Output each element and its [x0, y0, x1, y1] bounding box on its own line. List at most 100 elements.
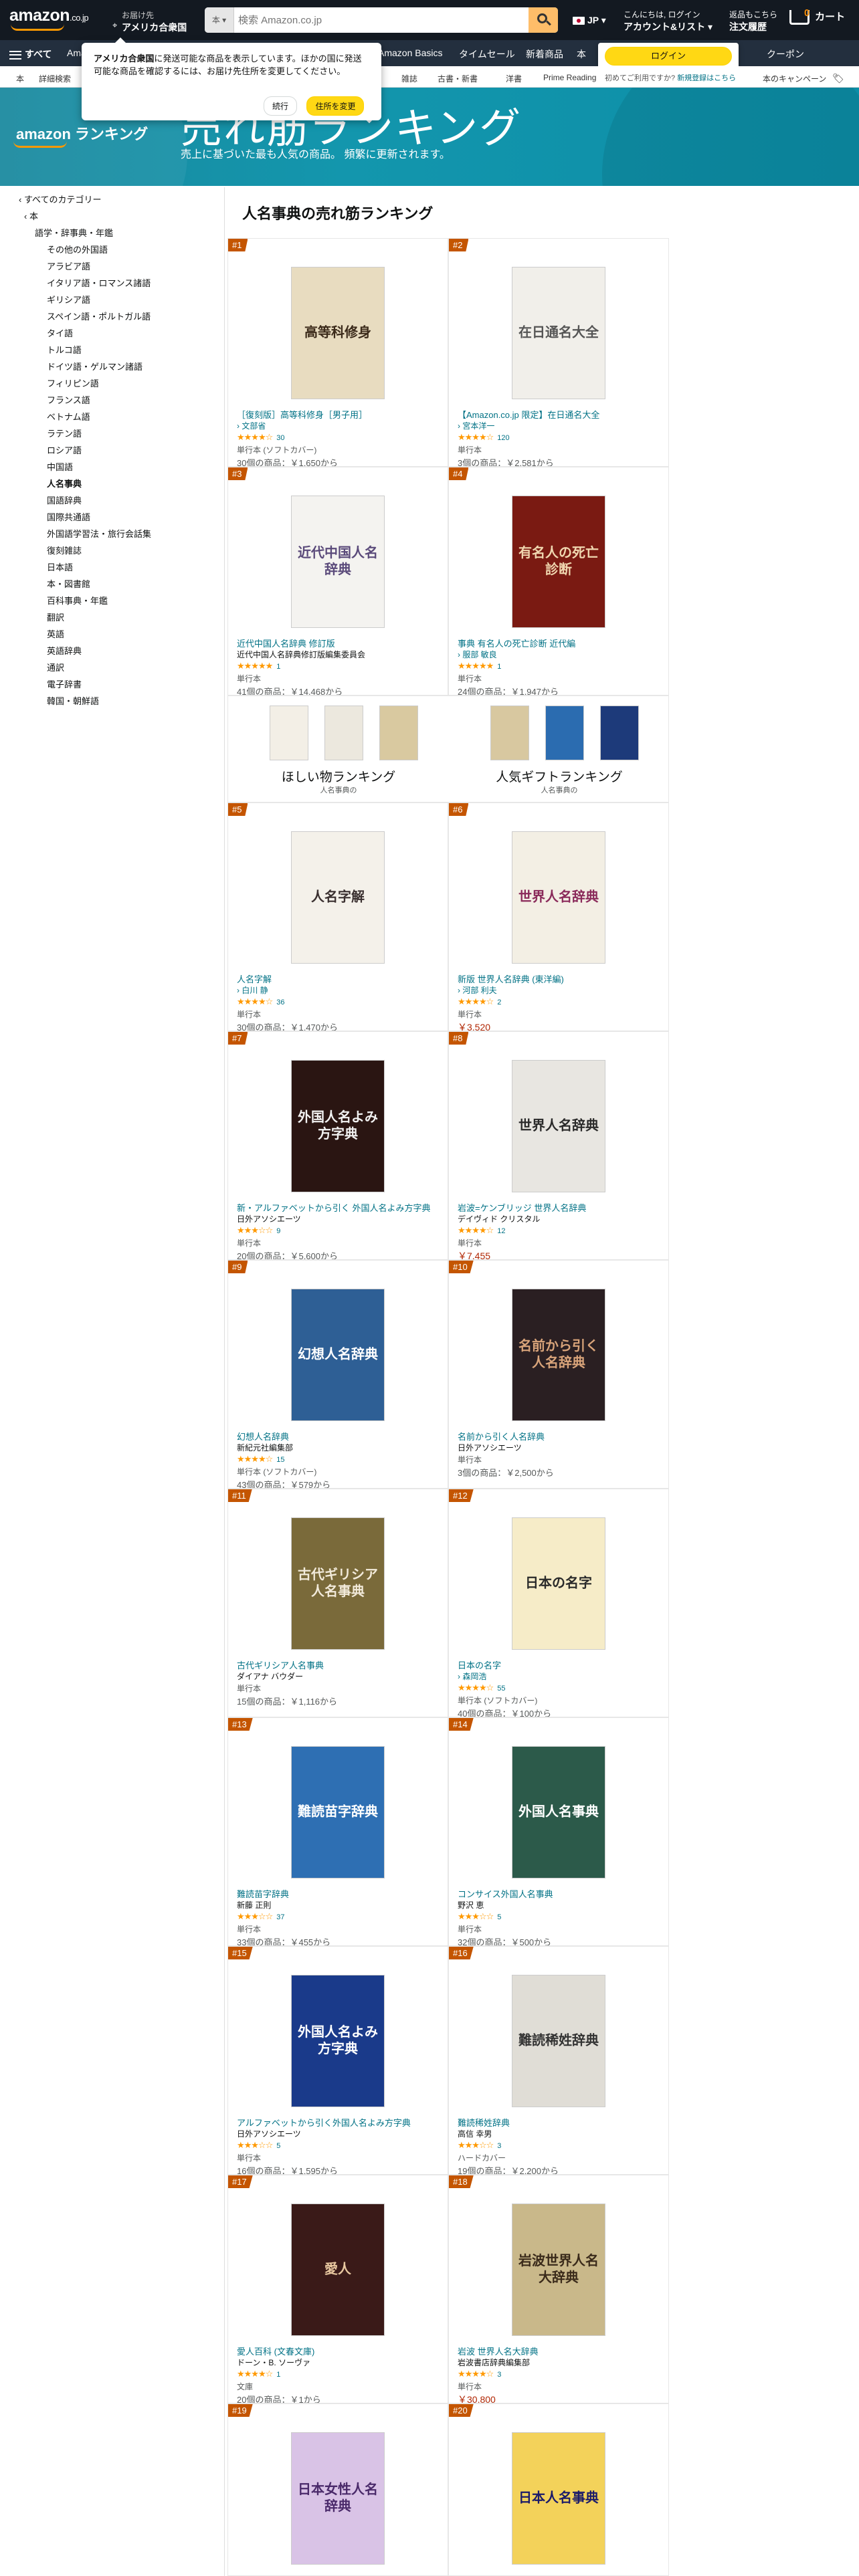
product-author[interactable]: › 白川 静: [237, 984, 268, 996]
cart-button[interactable]: 0 カート: [789, 7, 845, 25]
book-cover[interactable]: 岩波世界人名大辞典: [512, 2204, 605, 2336]
sidebar-category-item[interactable]: 復刻雑誌: [15, 542, 215, 559]
product-title[interactable]: 【Amazon.co.jp 限定】在日通名大全: [458, 408, 661, 421]
nav-item[interactable]: 本: [577, 47, 586, 61]
sidebar-category-item[interactable]: ロシア語: [15, 442, 215, 459]
offer-text[interactable]: 3個の商品：￥2,500から: [458, 1466, 554, 1479]
product-author[interactable]: › 宮本洋一: [458, 420, 494, 431]
offer-text[interactable]: 19個の商品：￥2,200から: [458, 2164, 559, 2174]
sidebar-category-item[interactable]: ベトナム語: [15, 409, 215, 425]
nav-all-menu[interactable]: すべて: [9, 47, 52, 61]
sidebar-category-item[interactable]: イタリア語・ロマンス諸語: [15, 275, 215, 292]
continue-button[interactable]: 続行: [264, 96, 298, 116]
review-count[interactable]: 5: [276, 2142, 280, 2150]
product-author[interactable]: › 服部 敏良: [458, 649, 497, 660]
product-title[interactable]: 事典 有名人の死亡診断 近代編: [458, 637, 661, 649]
star-rating[interactable]: ★★★★☆ 2: [458, 996, 501, 1007]
nav-item[interactable]: Amazon Basics: [378, 47, 442, 58]
nav-item[interactable]: 新着商品: [526, 47, 563, 61]
book-cover[interactable]: 高等科修身: [291, 267, 385, 399]
review-count[interactable]: 2: [497, 998, 501, 1006]
product-title[interactable]: 難読稀姓辞典: [458, 2116, 661, 2129]
book-cover[interactable]: 古代ギリシア人名事典: [291, 1517, 385, 1650]
subnav-item[interactable]: 古書・新書: [438, 73, 478, 84]
product-title[interactable]: 幻想人名辞典: [237, 1430, 440, 1442]
sidebar-category-item[interactable]: ラテン語: [15, 425, 215, 442]
star-rating[interactable]: ★★★☆☆ 37: [237, 1911, 285, 1922]
language-selector[interactable]: JP ▾: [573, 15, 606, 26]
star-rating[interactable]: ★★★★★ 1: [458, 661, 501, 671]
book-cover[interactable]: 難読稀姓辞典: [512, 1975, 605, 2107]
book-cover[interactable]: 日本の名字: [512, 1517, 605, 1650]
search-input[interactable]: [238, 7, 519, 33]
offer-text[interactable]: 24個の商品：￥1,947から: [458, 685, 559, 695]
book-cover[interactable]: 難読苗字辞典: [291, 1746, 385, 1879]
book-cover[interactable]: 世界人名辞典: [512, 831, 605, 964]
product-title[interactable]: 新・アルファベットから引く 外国人名よみ方字典: [237, 1201, 440, 1214]
review-count[interactable]: 5: [497, 1913, 501, 1921]
signup-link[interactable]: 新規登録はこちら: [677, 74, 736, 82]
amazon-logo[interactable]: amazon.co.jp: [9, 6, 89, 25]
review-count[interactable]: 36: [276, 998, 284, 1006]
sidebar-category-item[interactable]: 翻訳: [15, 609, 215, 626]
nav-item[interactable]: タイムセール: [459, 47, 515, 61]
book-cover[interactable]: 名前から引く人名辞典: [512, 1289, 605, 1421]
review-count[interactable]: 1: [276, 663, 280, 671]
sidebar-category-item[interactable]: 電子辞書: [15, 676, 215, 693]
review-count[interactable]: 3: [497, 2142, 501, 2150]
sidebar-category-item[interactable]: 百科事典・年鑑: [15, 593, 215, 609]
login-button[interactable]: ログイン: [605, 47, 732, 66]
sidebar-category-item[interactable]: 韓国・朝鮮語: [15, 693, 215, 710]
book-cover[interactable]: 在日通名大全: [512, 267, 605, 399]
star-rating[interactable]: ★★★☆☆ 3: [458, 2140, 501, 2151]
book-cover[interactable]: 幻想人名辞典: [291, 1289, 385, 1421]
book-cover[interactable]: 人名字解: [291, 831, 385, 964]
sidebar-category-item[interactable]: 国際共通語: [15, 509, 215, 526]
offer-text[interactable]: 30個の商品：￥1,470から: [237, 1021, 338, 1031]
search-category-select[interactable]: 本 ▾: [205, 7, 234, 33]
sidebar-category-item[interactable]: その他の外国語: [15, 241, 215, 258]
subnav-item[interactable]: 本のキャンペーン: [763, 73, 826, 84]
product-title[interactable]: 名前から引く人名辞典: [458, 1430, 661, 1442]
review-count[interactable]: 1: [276, 2371, 280, 2379]
sidebar-category-item[interactable]: 外国語学習法・旅行会話集: [15, 526, 215, 542]
star-rating[interactable]: ★★★★★ 1: [237, 661, 280, 671]
sidebar-category-item[interactable]: 中国語: [15, 459, 215, 475]
subnav-item[interactable]: 雑誌: [401, 73, 417, 84]
sidebar-category-item[interactable]: トルコ語: [15, 342, 215, 358]
star-rating[interactable]: ★★★★☆ 55: [458, 1683, 506, 1693]
offer-text[interactable]: 16個の商品：￥1,595から: [237, 2164, 338, 2174]
product-title[interactable]: 岩波 世界人名大辞典: [458, 2345, 661, 2357]
review-count[interactable]: 55: [497, 1685, 505, 1693]
offer-text[interactable]: 3個の商品：￥2,581から: [458, 456, 554, 466]
product-title[interactable]: ［復刻版］高等科修身［男子用］: [237, 408, 440, 421]
sidebar-category-item[interactable]: 英語辞典: [15, 643, 215, 659]
star-rating[interactable]: ★★★★☆ 36: [237, 996, 285, 1007]
offer-text[interactable]: 41個の商品：￥14,468から: [237, 685, 343, 695]
book-cover[interactable]: 愛人: [291, 2204, 385, 2336]
product-title[interactable]: 近代中国人名辞典 修訂版: [237, 637, 440, 649]
book-cover[interactable]: 外国人名よみ方字典: [291, 1060, 385, 1192]
sidebar-category-item[interactable]: スペイン語・ポルトガル語: [15, 308, 215, 325]
book-cover[interactable]: 日本人名事典: [512, 2432, 605, 2565]
star-rating[interactable]: ★★★☆☆ 9: [237, 1225, 280, 1236]
sidebar-books[interactable]: ‹ 本: [15, 208, 215, 225]
change-address-button[interactable]: 住所を変更: [306, 96, 365, 116]
offer-text[interactable]: 15個の商品：￥1,116から: [237, 1695, 337, 1707]
product-title[interactable]: 難読苗字辞典: [237, 1887, 440, 1900]
sidebar-category-item[interactable]: タイ語: [15, 325, 215, 342]
star-rating[interactable]: ★★★★☆ 120: [458, 432, 510, 443]
wishlist-ranking-link[interactable]: ほしい物ランキング 人名事典の: [228, 696, 449, 803]
star-rating[interactable]: ★★★★☆ 3: [458, 2369, 501, 2379]
star-rating[interactable]: ★★★★☆ 30: [237, 432, 285, 443]
subnav-item[interactable]: 洋書: [506, 73, 522, 84]
nav-item[interactable]: クーポン: [767, 47, 804, 61]
offer-text[interactable]: 20個の商品：￥5,600から: [237, 1249, 338, 1259]
book-cover[interactable]: 世界人名辞典: [512, 1060, 605, 1192]
offer-text[interactable]: 43個の商品：￥579から: [237, 1478, 330, 1488]
book-cover[interactable]: 外国人名よみ方字典: [291, 1975, 385, 2107]
product-title[interactable]: 新版 世界人名辞典 (東洋編): [458, 972, 661, 985]
tag-icon[interactable]: 🏷: [832, 73, 844, 84]
offer-text[interactable]: 33個の商品：￥455から: [237, 1935, 330, 1945]
product-author[interactable]: › 河部 利夫: [458, 984, 497, 996]
